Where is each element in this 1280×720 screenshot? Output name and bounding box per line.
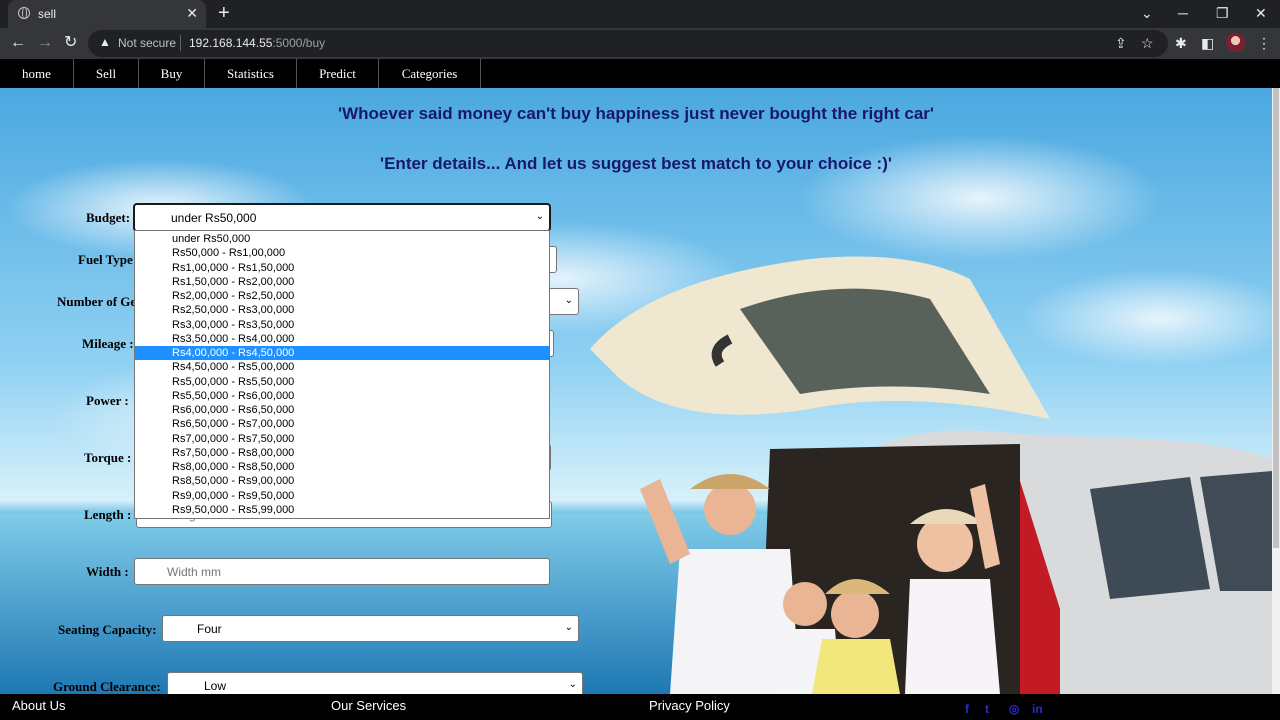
budget-option[interactable]: Rs1,50,000 - Rs2,00,000 — [135, 275, 549, 289]
profile-avatar[interactable] — [1226, 33, 1245, 52]
budget-option[interactable]: Rs4,00,000 - Rs4,50,000 — [135, 346, 549, 361]
browser-tab[interactable]: sell ✕ — [8, 0, 206, 28]
nav-buy[interactable]: Buy — [139, 59, 205, 88]
length-label: Length : — [84, 507, 132, 522]
budget-option[interactable]: Rs9,50,000 - Rs5,99,000 — [135, 503, 549, 517]
budget-select[interactable]: under Rs50,000 ⌄ — [134, 204, 550, 231]
address-bar[interactable]: ▲ Not secure 192.168.144.55:5000/buy ⇪ ☆ — [88, 30, 1168, 57]
twitter-icon[interactable]: t — [985, 702, 989, 716]
new-tab-icon[interactable]: + — [218, 3, 230, 23]
browser-toolbar: ← → ↻ ▲ Not secure 192.168.144.55:5000/b… — [0, 28, 1280, 59]
power-label: Power : — [86, 393, 129, 408]
linkedin-icon[interactable]: in — [1032, 702, 1043, 716]
site-navbar: home Sell Buy Statistics Predict Categor… — [0, 59, 1280, 88]
close-window-icon[interactable]: ✕ — [1255, 4, 1267, 22]
reload-icon[interactable]: ↻ — [64, 33, 77, 53]
budget-option[interactable]: Rs50,000 - Rs1,00,000 — [135, 246, 549, 260]
width-label: Width : — [86, 564, 129, 579]
scrollbar-thumb[interactable] — [1273, 88, 1279, 548]
nav-statistics[interactable]: Statistics — [205, 59, 297, 88]
facebook-icon[interactable]: f — [965, 702, 969, 716]
budget-dropdown-list[interactable]: under Rs50,000 Rs50,000 - Rs1,00,000 Rs1,0… — [134, 230, 550, 519]
chevron-down-icon: ⌄ — [564, 295, 573, 306]
quote-subheadline: 'Enter details... And let us suggest bes… — [380, 154, 892, 173]
torque-label: Torque : — [84, 450, 132, 465]
extensions-icon[interactable]: ✱ — [1175, 34, 1187, 52]
nav-home[interactable]: home — [0, 59, 74, 88]
chevron-down-icon: ⌄ — [568, 679, 577, 690]
browser-tabstrip: sell ✕ + ⌄ ─ ❐ ✕ — [0, 0, 1280, 28]
budget-label: Budget: — [86, 210, 131, 225]
budget-option[interactable]: Rs6,50,000 - Rs7,00,000 — [135, 417, 549, 431]
footer-about-link[interactable]: About Us — [12, 698, 65, 713]
url-text[interactable]: 192.168.144.55:5000/buy — [189, 36, 325, 50]
budget-option[interactable]: Rs7,50,000 - Rs8,00,000 — [135, 446, 549, 460]
budget-option[interactable]: Rs6,00,000 - Rs6,50,000 — [135, 403, 549, 417]
security-label[interactable]: Not secure — [118, 36, 176, 50]
budget-option[interactable]: Rs9,00,000 - Rs9,50,000 — [135, 489, 549, 503]
menu-icon[interactable]: ⋮ — [1257, 34, 1271, 52]
divider — [180, 35, 181, 51]
budget-option[interactable]: Rs2,00,000 - Rs2,50,000 — [135, 289, 549, 303]
budget-option[interactable]: Rs5,50,000 - Rs6,00,000 — [135, 389, 549, 403]
gears-label: Number of Ge — [57, 294, 137, 309]
tab-title: sell — [38, 7, 57, 21]
forward-icon[interactable]: → — [37, 33, 53, 53]
footer-services-link[interactable]: Our Services — [331, 698, 406, 713]
url-host: 192.168.144.55 — [189, 36, 273, 50]
budget-option[interactable]: Rs5,00,000 - Rs5,50,000 — [135, 375, 549, 389]
quote-headline: 'Whoever said money can't buy happiness … — [338, 104, 934, 123]
page: home Sell Buy Statistics Predict Categor… — [0, 59, 1280, 720]
close-tab-icon[interactable]: ✕ — [186, 5, 198, 21]
side-panel-icon[interactable]: ◧ — [1201, 34, 1214, 52]
tab-search-icon[interactable]: ⌄ — [1141, 4, 1153, 22]
nav-predict[interactable]: Predict — [297, 59, 379, 88]
seating-capacity-select[interactable]: Four ⌄ — [162, 615, 579, 642]
budget-value: under Rs50,000 — [171, 211, 257, 225]
bookmark-star-icon[interactable]: ☆ — [1141, 34, 1154, 52]
share-icon[interactable]: ⇪ — [1115, 34, 1127, 52]
instagram-icon[interactable]: ◎ — [1009, 702, 1019, 716]
mileage-label: Mileage : — [82, 336, 134, 351]
width-placeholder: Width mm — [167, 565, 221, 579]
page-scrollbar[interactable] — [1272, 88, 1280, 694]
budget-option[interactable]: Rs2,50,000 - Rs3,00,000 — [135, 303, 549, 317]
fuel-type-label: Fuel Type — [78, 252, 133, 267]
seating-value: Four — [197, 622, 222, 636]
back-icon[interactable]: ← — [10, 33, 26, 53]
restore-icon[interactable]: ❐ — [1216, 4, 1229, 22]
chevron-down-icon: ⌄ — [535, 211, 544, 222]
url-path: :5000/buy — [272, 36, 326, 50]
clearance-value: Low — [204, 679, 227, 693]
minimize-icon[interactable]: ─ — [1178, 4, 1188, 22]
ground-clearance-label: Ground Clearance: — [53, 679, 161, 694]
width-input[interactable]: Width mm — [134, 558, 550, 585]
nav-sell[interactable]: Sell — [74, 59, 139, 88]
budget-option[interactable]: Rs7,00,000 - Rs7,50,000 — [135, 432, 549, 446]
seating-capacity-label: Seating Capacity: — [58, 622, 157, 637]
budget-option[interactable]: Rs3,50,000 - Rs4,00,000 — [135, 332, 549, 346]
chevron-down-icon: ⌄ — [564, 622, 573, 633]
budget-option[interactable]: under Rs50,000 — [135, 232, 549, 246]
budget-option[interactable]: Rs1,00,000 - Rs1,50,000 — [135, 261, 549, 275]
nav-categories[interactable]: Categories — [379, 59, 481, 88]
footer-privacy-link[interactable]: Privacy Policy — [649, 698, 730, 713]
budget-option[interactable]: Rs3,00,000 - Rs3,50,000 — [135, 318, 549, 332]
budget-option[interactable]: Rs8,00,000 - Rs8,50,000 — [135, 460, 549, 474]
warning-icon[interactable]: ▲ — [99, 35, 111, 49]
budget-option[interactable]: Rs8,50,000 - Rs9,00,000 — [135, 474, 549, 488]
budget-option[interactable]: Rs4,50,000 - Rs5,00,000 — [135, 360, 549, 374]
family-car-image — [590, 256, 1272, 694]
site-footer: About Us Our Services Privacy Policy f t… — [0, 694, 1280, 720]
globe-icon — [18, 7, 30, 19]
